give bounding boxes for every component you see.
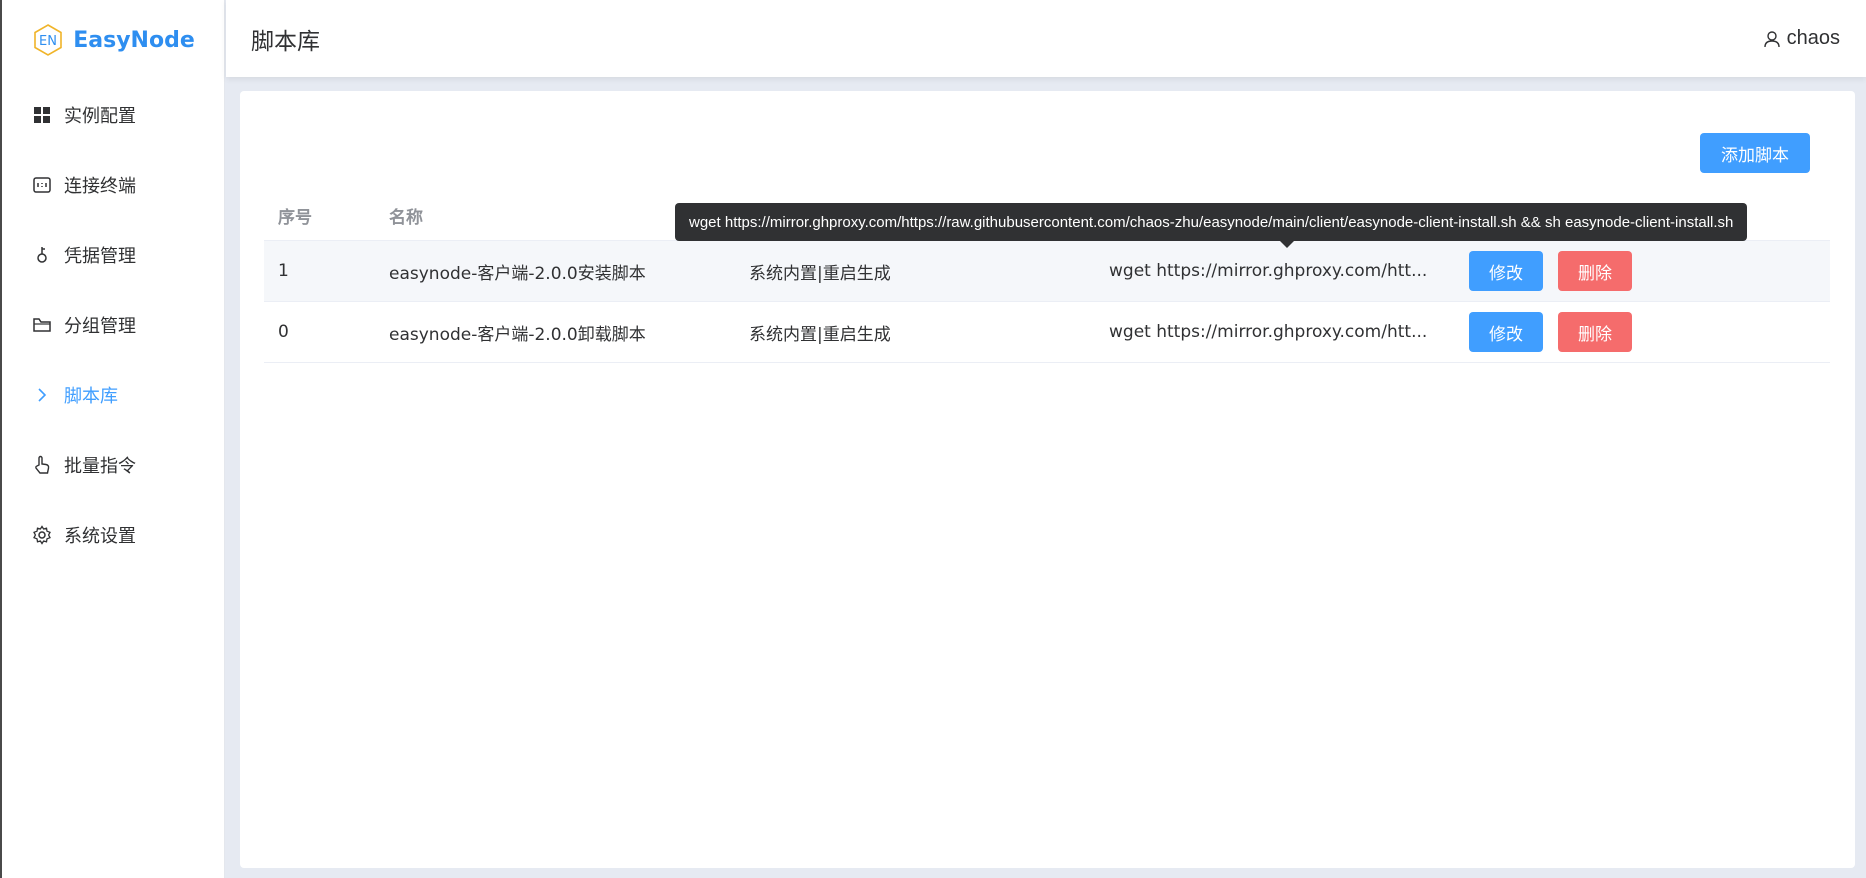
user-icon xyxy=(1763,30,1780,47)
cell-name: easynode-客户端-2.0.0卸载脚本 xyxy=(389,324,646,345)
sidebar-item-groups[interactable]: 分组管理 xyxy=(2,290,224,360)
cell-actions: 修改 删除 xyxy=(1469,312,1632,352)
sidebar-item-instances[interactable]: 实例配置 xyxy=(2,80,224,150)
sidebar-item-label: 凭据管理 xyxy=(64,246,136,267)
key-icon xyxy=(32,245,52,265)
cell-index: 0 xyxy=(278,322,289,342)
table-row[interactable]: 0 easynode-客户端-2.0.0卸载脚本 系统内置|重启生成 wget … xyxy=(264,302,1830,363)
pointer-icon xyxy=(32,455,52,475)
svg-text:EN: EN xyxy=(39,34,57,49)
add-script-button[interactable]: 添加脚本 xyxy=(1700,133,1810,173)
edit-button[interactable]: 修改 xyxy=(1469,251,1543,291)
tooltip-arrow xyxy=(1279,240,1295,248)
cell-actions: 修改 删除 xyxy=(1469,251,1632,291)
cell-name: easynode-客户端-2.0.0安装脚本 xyxy=(389,263,646,284)
sidebar-item-label: 批量指令 xyxy=(64,456,136,477)
sidebar-item-batch[interactable]: 批量指令 xyxy=(2,430,224,500)
logo[interactable]: EN EasyNode xyxy=(2,0,224,80)
sidebar-item-label: 分组管理 xyxy=(64,316,136,337)
command-tooltip: wget https://mirror.ghproxy.com/https://… xyxy=(675,203,1748,241)
column-header-index: 序号 xyxy=(278,208,312,228)
page-title: 脚本库 xyxy=(251,28,320,55)
top-header: 脚本库 chaos xyxy=(226,0,1866,77)
gear-icon xyxy=(32,525,52,545)
edit-button[interactable]: 修改 xyxy=(1469,312,1543,352)
cell-description: 系统内置|重启生成 xyxy=(749,324,891,345)
user-menu[interactable]: chaos xyxy=(1763,27,1840,50)
table-row[interactable]: 1 easynode-客户端-2.0.0安装脚本 系统内置|重启生成 wget … xyxy=(264,241,1830,302)
cell-index: 1 xyxy=(278,261,289,281)
sidebar-item-label: 连接终端 xyxy=(64,176,136,197)
sidebar-item-settings[interactable]: 系统设置 xyxy=(2,500,224,570)
sidebar-item-credentials[interactable]: 凭据管理 xyxy=(2,220,224,290)
sidebar: EN EasyNode 实例配置 连接终端 凭据管理 分组管理 脚本库 批量指令… xyxy=(0,0,225,878)
terminal-icon xyxy=(32,175,52,195)
sidebar-item-label: 系统设置 xyxy=(64,526,136,547)
logo-icon: EN xyxy=(34,24,63,56)
cell-description: 系统内置|重启生成 xyxy=(749,263,891,284)
cell-command[interactable]: wget https://mirror.ghproxy.com/htt... xyxy=(1109,322,1469,342)
delete-button[interactable]: 删除 xyxy=(1558,312,1632,352)
folder-icon xyxy=(32,315,52,335)
app-name: EasyNode xyxy=(73,27,195,53)
sidebar-item-label: 脚本库 xyxy=(64,386,118,407)
grid-icon xyxy=(32,105,52,125)
chevron-right-icon xyxy=(32,385,52,405)
sidebar-item-terminal[interactable]: 连接终端 xyxy=(2,150,224,220)
username: chaos xyxy=(1786,27,1840,49)
delete-button[interactable]: 删除 xyxy=(1558,251,1632,291)
cell-command[interactable]: wget https://mirror.ghproxy.com/htt... xyxy=(1109,261,1469,281)
sidebar-item-label: 实例配置 xyxy=(64,106,136,127)
sidebar-item-scripts[interactable]: 脚本库 xyxy=(2,360,224,430)
